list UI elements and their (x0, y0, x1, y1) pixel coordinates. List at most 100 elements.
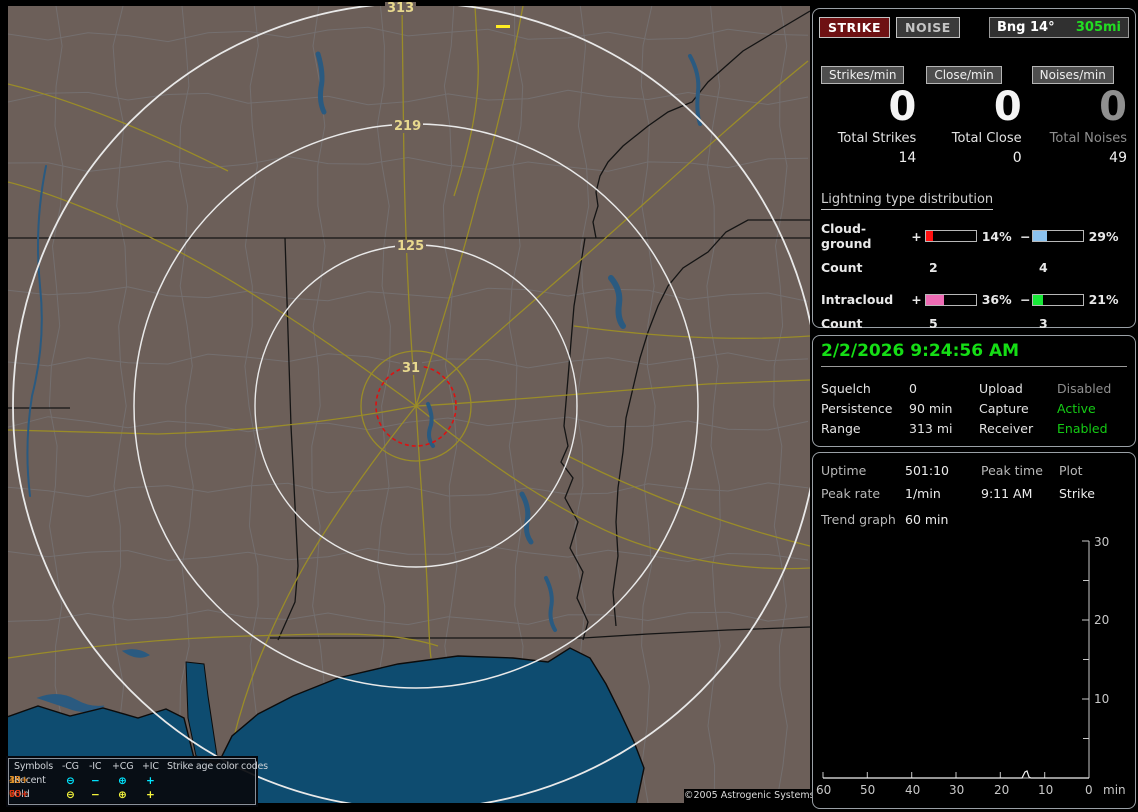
squelch-label: Squelch (821, 381, 871, 396)
map-legend: Symbols -CG -IC +CG +IC Strike age color… (8, 758, 268, 805)
cloud-ground-row: Cloud-ground + 14% − 29% (821, 221, 1127, 251)
ic-negative-count: 3 (1039, 316, 1048, 331)
legend-pos-ic-header: +IC (142, 761, 159, 772)
bearing-value: Bng 14° (997, 20, 1055, 35)
ring-label-313: 313 (385, 1, 417, 16)
strikes-per-min-button[interactable]: Strikes/min (821, 66, 905, 84)
session-row: Uptime 501:10 Peak time Plot (821, 459, 1127, 482)
lightning-distribution: Lightning type distribution Cloud-ground… (821, 188, 1127, 331)
recent-neg-ic-icon: − (91, 775, 100, 787)
strikes-rate: 0 (888, 84, 917, 130)
age-code-45: 45+ (9, 775, 29, 786)
total-strikes-label: Total Strikes (837, 131, 917, 146)
minus-sign: − (1020, 228, 1031, 244)
ic-negative-bar (1031, 293, 1084, 306)
strike-map[interactable]: 313 219 125 31 Symbols -CG -IC +CG +IC S… (8, 2, 815, 805)
strikes-column: Strikes/min 0 Total Strikes 14 (821, 66, 916, 166)
recent-pos-ic-icon: + (146, 775, 155, 787)
capture-value: Active (1057, 401, 1096, 416)
trend-graph-row: Trend graph 60 min (821, 512, 1127, 527)
cg-negative-count: 4 (1039, 260, 1048, 275)
cg-negative-bar (1031, 230, 1084, 242)
x-tick-0: 0 (1085, 783, 1093, 797)
ring-label-31: 31 (400, 361, 423, 376)
status-row: Range 313 mi Receiver Enabled (821, 419, 1127, 439)
peak-rate-label: Peak rate (821, 486, 881, 501)
ic-positive-bar (924, 293, 977, 306)
y-tick-20: 20 (1094, 613, 1109, 627)
ic-count-row: Count 5 3 (821, 316, 1127, 331)
trend-graph: 30 20 10 60 50 40 30 20 10 0 min (816, 535, 1126, 797)
copyright-bar: ©2005 Astrogenic Systems (684, 789, 815, 803)
total-noises-label: Total Noises (1049, 131, 1127, 146)
noises-rate: 0 (1099, 84, 1127, 130)
noises-per-min-button[interactable]: Noises/min (1031, 66, 1114, 84)
x-tick-50: 50 (860, 783, 875, 797)
distribution-title: Lightning type distribution (821, 192, 994, 210)
cg-negative-fill (1032, 231, 1048, 241)
ring-label-219: 219 (392, 119, 424, 134)
receiver-label: Receiver (979, 421, 1034, 436)
status-panel: 2/2/2026 9:24:56 AM Squelch 0 Upload Dis… (812, 335, 1136, 447)
age-code-90: 90+ (9, 789, 29, 800)
upload-value: Disabled (1057, 381, 1112, 396)
receiver-value: Enabled (1057, 421, 1108, 436)
cloud-ground-label: Cloud-ground (821, 221, 872, 251)
ic-positive-percent: 36% (981, 292, 1012, 307)
total-close-label: Total Close (951, 131, 1022, 146)
cg-positive-bar (924, 230, 977, 242)
datetime-display: 2/2/2026 9:24:56 AM (821, 341, 1127, 367)
x-tick-20: 20 (994, 783, 1009, 797)
status-row: Persistence 90 min Capture Active (821, 399, 1127, 419)
cg-negative-percent: 29% (1088, 228, 1119, 244)
total-strikes-value: 14 (898, 150, 917, 166)
y-tick-10: 10 (1094, 692, 1109, 706)
total-noises-value: 49 (1109, 150, 1127, 166)
total-close-value: 0 (1012, 150, 1022, 166)
trend-tick-labels: 30 20 10 60 50 40 30 20 10 0 min (816, 535, 1126, 797)
upload-label: Upload (979, 381, 1023, 396)
close-column: Close/min 0 Total Close 0 (926, 66, 1022, 166)
old-neg-cg-icon: ⊖ (66, 789, 75, 801)
old-neg-ic-icon: − (91, 789, 100, 801)
close-per-min-button[interactable]: Close/min (926, 66, 1002, 84)
ring-label-125: 125 (395, 239, 427, 254)
cg-positive-count: 2 (929, 260, 938, 275)
session-row: Peak rate 1/min 9:11 AM Strike (821, 482, 1127, 505)
intracloud-label: Intracloud (821, 292, 894, 307)
x-tick-10: 10 (1038, 783, 1053, 797)
plus-sign: + (911, 228, 922, 244)
persistence-value: 90 min (909, 401, 953, 416)
session-panel: Uptime 501:10 Peak time Plot Peak rate 1… (812, 452, 1136, 809)
x-tick-30: 30 (949, 783, 964, 797)
x-axis-unit: min (1103, 783, 1126, 797)
range-setting-value: 313 mi (909, 421, 953, 436)
legend-age-title: Strike age color codes (167, 761, 268, 772)
trend-graph-value[interactable]: 60 min (905, 512, 948, 527)
minus-sign: − (1020, 292, 1031, 307)
intracloud-row: Intracloud + 36% − 21% (821, 292, 1127, 307)
strike-symbol-ic-neg (496, 25, 510, 28)
trend-graph-label: Trend graph (821, 512, 896, 527)
status-row: Squelch 0 Upload Disabled (821, 379, 1127, 399)
count-label: Count (821, 316, 863, 331)
noise-button[interactable]: NOISE (896, 17, 960, 38)
x-tick-60: 60 (816, 783, 831, 797)
bearing-range-display: Bng 14° 305mi (989, 17, 1129, 38)
legend-neg-cg-header: -CG (62, 761, 79, 772)
counters-panel: STRIKE NOISE Bng 14° 305mi Strikes/min 0… (812, 8, 1136, 331)
peak-rate-value: 1/min (905, 486, 941, 501)
app-window: 313 219 125 31 Symbols -CG -IC +CG +IC S… (0, 0, 1138, 812)
capture-label: Capture (979, 401, 1029, 416)
noises-column: Noises/min 0 Total Noises 49 (1031, 66, 1127, 166)
old-pos-ic-icon: + (146, 789, 155, 801)
recent-neg-cg-icon: ⊖ (66, 775, 75, 787)
legend-neg-ic-header: -IC (89, 761, 102, 772)
ic-negative-fill (1032, 294, 1044, 305)
plus-sign: + (911, 292, 922, 307)
strike-button[interactable]: STRIKE (819, 17, 891, 38)
plot-label: Plot (1059, 463, 1083, 478)
x-tick-40: 40 (905, 783, 920, 797)
trend-axes (822, 540, 1090, 779)
cg-positive-percent: 14% (981, 228, 1012, 244)
